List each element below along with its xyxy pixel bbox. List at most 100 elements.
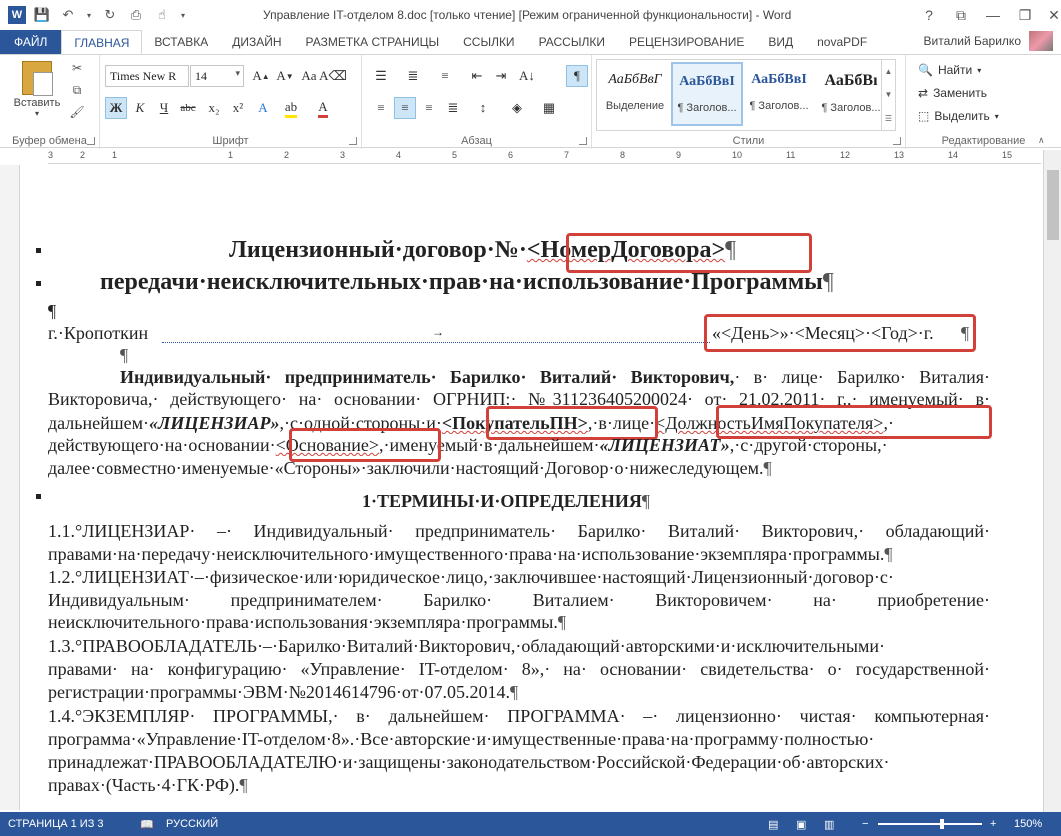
horizontal-ruler[interactable]: 3 2 1 1 2 3 4 5 6 7 8 9 10 11 12 13 14 1… bbox=[48, 150, 1041, 164]
vertical-ruler[interactable] bbox=[0, 165, 20, 810]
section-heading[interactable]: 1·ТЕРМИНЫ·И·ОПРЕДЕЛЕНИЯ¶ bbox=[362, 491, 650, 512]
party-line-5[interactable]: далее·совместно·именуемые·«Стороны»·закл… bbox=[48, 458, 772, 479]
term-line[interactable]: правах·(Часть·4·ГК·РФ).¶ bbox=[48, 775, 248, 796]
clipboard-launcher-icon[interactable] bbox=[87, 137, 95, 145]
tab-mailings[interactable]: РАССЫЛКИ bbox=[527, 30, 617, 54]
text-effects-icon[interactable]: A bbox=[252, 97, 274, 119]
paste-dropdown-icon[interactable]: ▾ bbox=[8, 109, 66, 118]
styles-launcher-icon[interactable] bbox=[893, 137, 901, 145]
print-preview-icon[interactable]: ⎙ bbox=[126, 5, 146, 25]
proofing-icon[interactable]: 📖 bbox=[140, 818, 154, 831]
undo-dropdown-icon[interactable]: ▾ bbox=[84, 5, 94, 25]
page-count[interactable]: СТРАНИЦА 1 ИЗ 3 bbox=[8, 818, 104, 830]
tab-page-layout[interactable]: РАЗМЕТКА СТРАНИЦЫ bbox=[294, 30, 452, 54]
bold-button[interactable]: Ж bbox=[105, 97, 127, 119]
ribbon-display-icon[interactable]: ⧉ bbox=[945, 0, 977, 30]
read-mode-icon[interactable]: ▤ bbox=[768, 818, 778, 831]
decrease-indent-icon[interactable]: ⇤ bbox=[466, 65, 488, 87]
collapse-ribbon-icon[interactable]: ∧ bbox=[1038, 135, 1045, 146]
show-marks-button[interactable]: ¶ bbox=[566, 65, 588, 87]
zoom-in-button[interactable]: + bbox=[990, 818, 996, 830]
document-page[interactable]: Лицензионный·договор·№·<НомерДоговора>¶ … bbox=[22, 165, 1042, 811]
tab-insert[interactable]: ВСТАВКА bbox=[142, 30, 220, 54]
party-line-1[interactable]: Индивидуальный· предприниматель· Барилко… bbox=[48, 367, 990, 388]
tab-view[interactable]: ВИД bbox=[756, 30, 805, 54]
term-line[interactable]: программа·«Управление·IT-отделом·8».·Все… bbox=[48, 729, 990, 750]
clear-formatting-icon[interactable]: A⌫ bbox=[319, 65, 347, 87]
user-account[interactable]: Виталий Барилко bbox=[924, 31, 1053, 51]
restore-icon[interactable]: ❐ bbox=[1009, 0, 1041, 30]
paragraph-launcher-icon[interactable] bbox=[579, 137, 587, 145]
style-heading-2[interactable]: АаБбВвІ ¶ Заголов... bbox=[743, 62, 815, 126]
term-line[interactable]: правами·на·передачу·неисключительного·им… bbox=[48, 544, 892, 565]
tab-home[interactable]: ГЛАВНАЯ bbox=[61, 30, 143, 54]
format-painter-icon[interactable]: 🖌 bbox=[68, 103, 86, 121]
multilevel-list-icon[interactable]: ≡ bbox=[434, 65, 456, 87]
font-launcher-icon[interactable] bbox=[349, 137, 357, 145]
undo-icon[interactable]: ↶ bbox=[58, 5, 78, 25]
gallery-up-icon[interactable]: ▲ bbox=[885, 67, 893, 76]
zoom-level[interactable]: 150% bbox=[1014, 818, 1042, 830]
increase-indent-icon[interactable]: ⇥ bbox=[490, 65, 512, 87]
term-line[interactable]: 1.1.°ЛИЦЕНЗИАР· –· Индивидуальный· предп… bbox=[48, 521, 990, 542]
align-left-icon[interactable]: ≡ bbox=[370, 97, 392, 119]
vertical-scrollbar[interactable] bbox=[1043, 150, 1061, 812]
term-line[interactable]: 1.2.°ЛИЦЕНЗИАТ·–·физическое·или·юридичес… bbox=[48, 567, 990, 588]
superscript-button[interactable]: x² bbox=[227, 97, 249, 119]
underline-button[interactable]: Ч bbox=[153, 97, 175, 119]
font-size-dropdown-icon[interactable]: ▾ bbox=[235, 69, 240, 79]
grow-font-icon[interactable]: A ▲ bbox=[250, 65, 272, 87]
highlight-color-icon[interactable]: ab bbox=[280, 97, 302, 119]
party-line-4[interactable]: действующего·на·основании·<Основание>,·и… bbox=[48, 435, 990, 456]
city-line[interactable]: г.·Кропоткин bbox=[48, 323, 148, 344]
style-emphasis[interactable]: АаБбВвГ Выделение bbox=[599, 62, 671, 126]
tab-references[interactable]: ССЫЛКИ bbox=[451, 30, 526, 54]
borders-icon[interactable]: ▦ bbox=[538, 97, 560, 119]
term-line[interactable]: принадлежат·ПРАВООБЛАДАТЕЛЮ·и·защищены·з… bbox=[48, 752, 990, 773]
numbering-icon[interactable]: ≣ bbox=[402, 65, 424, 87]
help-icon[interactable]: ? bbox=[913, 0, 945, 30]
bullets-icon[interactable]: ☰ bbox=[370, 65, 392, 87]
term-line[interactable]: 1.4.°ЭКЗЕМПЛЯР· ПРОГРАММЫ,· в· дальнейше… bbox=[48, 706, 990, 727]
tab-design[interactable]: ДИЗАЙН bbox=[220, 30, 293, 54]
scrollbar-thumb[interactable] bbox=[1047, 170, 1059, 240]
style-heading-1[interactable]: АаБбВвІ ¶ Заголов... bbox=[671, 62, 743, 126]
term-line[interactable]: 1.3.°ПРАВООБЛАДАТЕЛЬ·–·Барилко·Виталий·В… bbox=[48, 636, 990, 657]
find-button[interactable]: 🔍 Найти ▾ bbox=[918, 63, 981, 77]
close-icon[interactable]: ✕ bbox=[1041, 0, 1061, 30]
customize-qat-icon[interactable]: ▾ bbox=[178, 5, 188, 25]
find-dropdown-icon[interactable]: ▾ bbox=[977, 66, 981, 75]
paste-button[interactable]: Вставить ▾ bbox=[8, 61, 66, 118]
tab-novapdf[interactable]: novaPDF bbox=[805, 30, 879, 54]
strikethrough-button[interactable]: abc bbox=[177, 97, 199, 119]
copy-icon[interactable]: ⧉ bbox=[68, 81, 86, 99]
shading-icon[interactable]: ◈ bbox=[506, 97, 528, 119]
term-line[interactable]: правами· на· конфигурацию· «Управление· … bbox=[48, 659, 990, 680]
align-right-icon[interactable]: ≡ bbox=[418, 97, 440, 119]
language-indicator[interactable]: РУССКИЙ bbox=[166, 818, 218, 830]
styles-gallery-scroll[interactable]: ▲ ▼ ☰ bbox=[881, 60, 895, 130]
style-heading-3[interactable]: АаБбВı ¶ Заголов... bbox=[815, 62, 887, 126]
cut-icon[interactable]: ✂ bbox=[68, 59, 86, 77]
replace-button[interactable]: ⇄ Заменить bbox=[918, 86, 987, 100]
term-line[interactable]: неисключительного·права·использования·эк… bbox=[48, 612, 566, 633]
change-case-icon[interactable]: Aa bbox=[298, 65, 320, 87]
align-center-icon[interactable]: ≡ bbox=[394, 97, 416, 119]
zoom-slider-thumb[interactable] bbox=[940, 819, 944, 829]
web-layout-icon[interactable]: ▥ bbox=[824, 818, 834, 831]
zoom-slider-track[interactable] bbox=[878, 823, 982, 825]
word-logo-icon[interactable]: W bbox=[8, 6, 26, 24]
italic-button[interactable]: К bbox=[129, 97, 151, 119]
font-name-combo[interactable]: Times New R bbox=[105, 65, 189, 87]
subscript-button[interactable]: x₂ bbox=[203, 97, 225, 119]
font-color-icon[interactable]: A bbox=[312, 97, 334, 119]
tab-review[interactable]: РЕЦЕНЗИРОВАНИЕ bbox=[617, 30, 756, 54]
select-dropdown-icon[interactable]: ▾ bbox=[995, 112, 999, 121]
font-size-combo[interactable]: 14 ▾ bbox=[190, 65, 244, 87]
user-name[interactable]: Виталий Барилко bbox=[924, 34, 1021, 48]
tab-file[interactable]: ФАЙЛ bbox=[0, 30, 62, 54]
shrink-font-icon[interactable]: A ▼ bbox=[274, 65, 296, 87]
document-subtitle[interactable]: передачи·неисключительных·прав·на·исполь… bbox=[100, 269, 834, 296]
justify-icon[interactable]: ≣ bbox=[442, 97, 464, 119]
gallery-down-icon[interactable]: ▼ bbox=[885, 90, 893, 99]
